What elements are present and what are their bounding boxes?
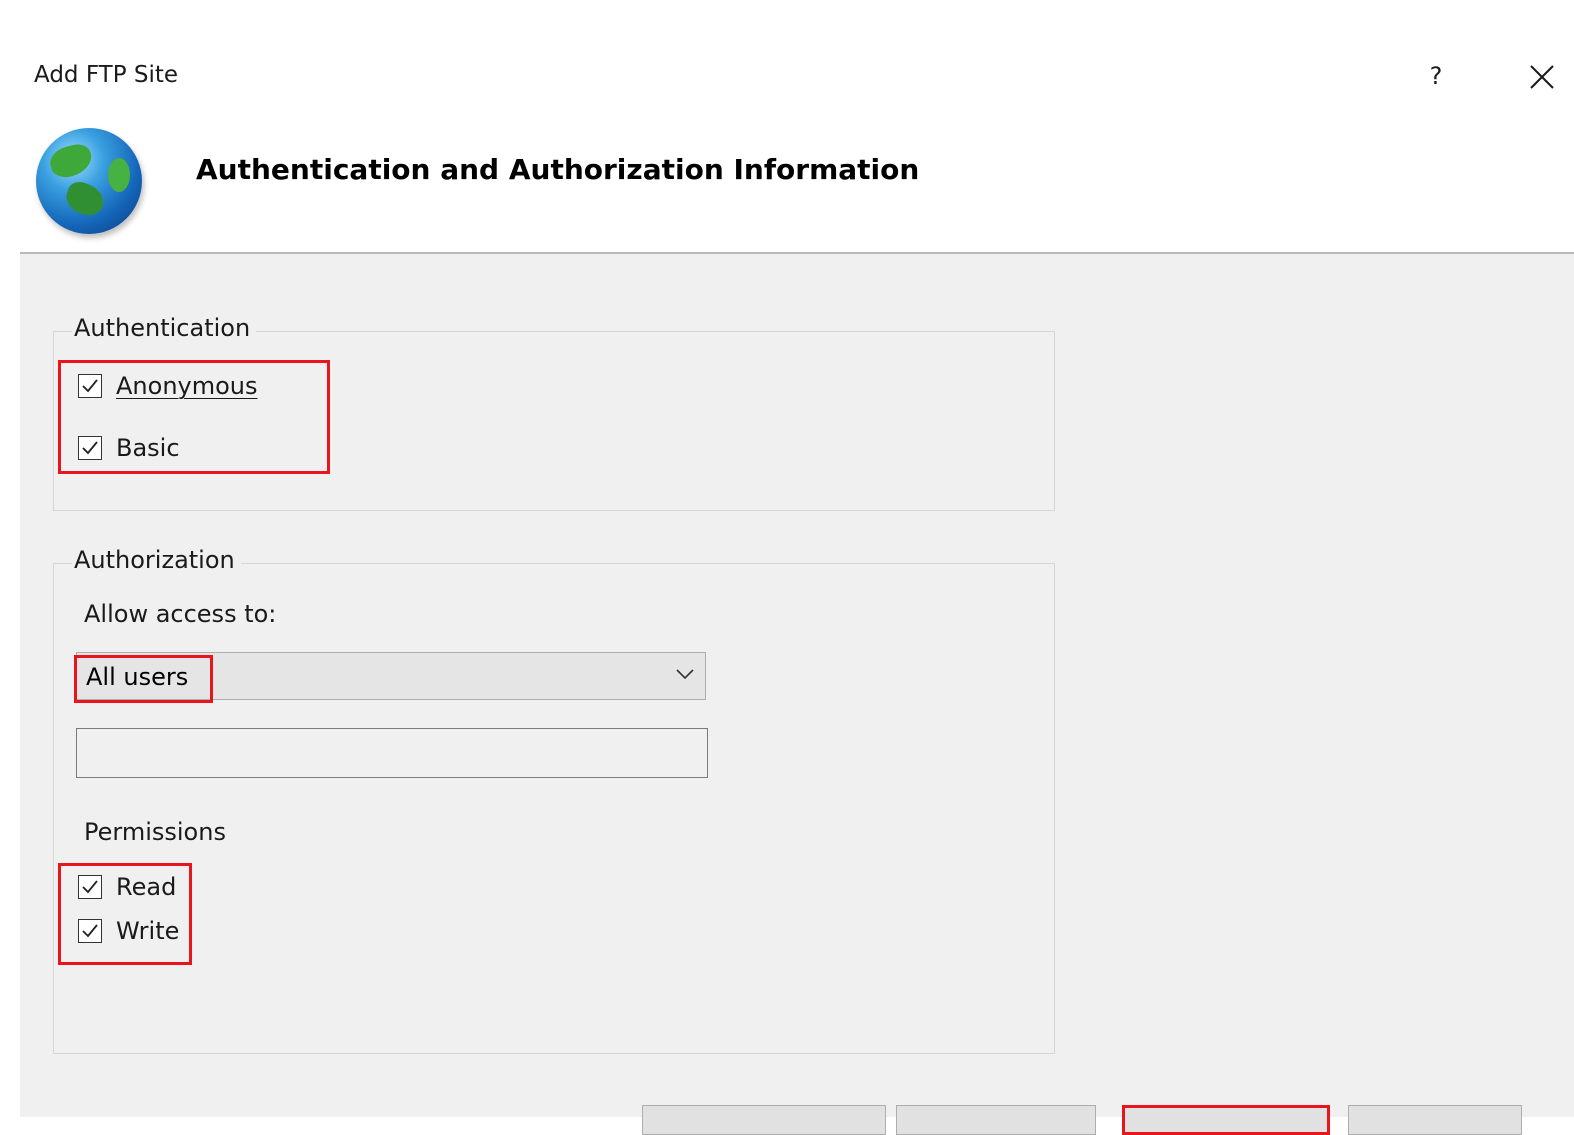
check-icon — [82, 924, 98, 938]
write-checkbox[interactable]: Write — [78, 917, 179, 945]
close-button[interactable] — [1522, 58, 1562, 97]
anonymous-checkbox[interactable]: Anonymous — [78, 372, 258, 400]
allow-access-select[interactable]: All users — [76, 652, 706, 700]
help-button[interactable]: ? — [1416, 62, 1456, 90]
authorization-group — [53, 563, 1055, 1054]
cancel-button[interactable] — [1348, 1105, 1522, 1135]
write-label: Write — [116, 917, 180, 945]
checkbox-box[interactable] — [78, 875, 102, 899]
check-icon — [82, 880, 98, 894]
read-checkbox[interactable]: Read — [78, 873, 176, 901]
finish-button[interactable] — [1122, 1105, 1330, 1135]
user-input[interactable] — [76, 728, 708, 778]
chevron-down-icon — [676, 669, 694, 680]
content-panel: Authentication Anonymous Basic Authoriza… — [20, 254, 1574, 1117]
next-button[interactable] — [896, 1105, 1096, 1135]
read-label: Read — [116, 873, 177, 901]
permissions-label: Permissions — [84, 818, 226, 846]
dialog-title: Add FTP Site — [34, 62, 179, 88]
authentication-legend: Authentication — [72, 314, 257, 342]
checkbox-box[interactable] — [78, 374, 102, 398]
add-ftp-site-dialog: Add FTP Site ? Authentication and Author… — [0, 0, 1574, 1135]
previous-button[interactable] — [642, 1105, 886, 1135]
basic-label: Basic — [116, 434, 180, 462]
anonymous-label: Anonymous — [116, 372, 258, 400]
globe-icon — [36, 128, 142, 234]
checkbox-box[interactable] — [78, 436, 102, 460]
check-icon — [82, 379, 98, 393]
allow-access-label: Allow access to: — [84, 600, 277, 628]
allow-access-value: All users — [86, 663, 189, 691]
authorization-legend: Authorization — [72, 546, 241, 574]
basic-checkbox[interactable]: Basic — [78, 434, 180, 462]
check-icon — [82, 441, 98, 455]
authentication-group — [53, 331, 1055, 511]
page-title: Authentication and Authorization Informa… — [196, 153, 920, 186]
close-icon — [1530, 65, 1554, 89]
checkbox-box[interactable] — [78, 919, 102, 943]
